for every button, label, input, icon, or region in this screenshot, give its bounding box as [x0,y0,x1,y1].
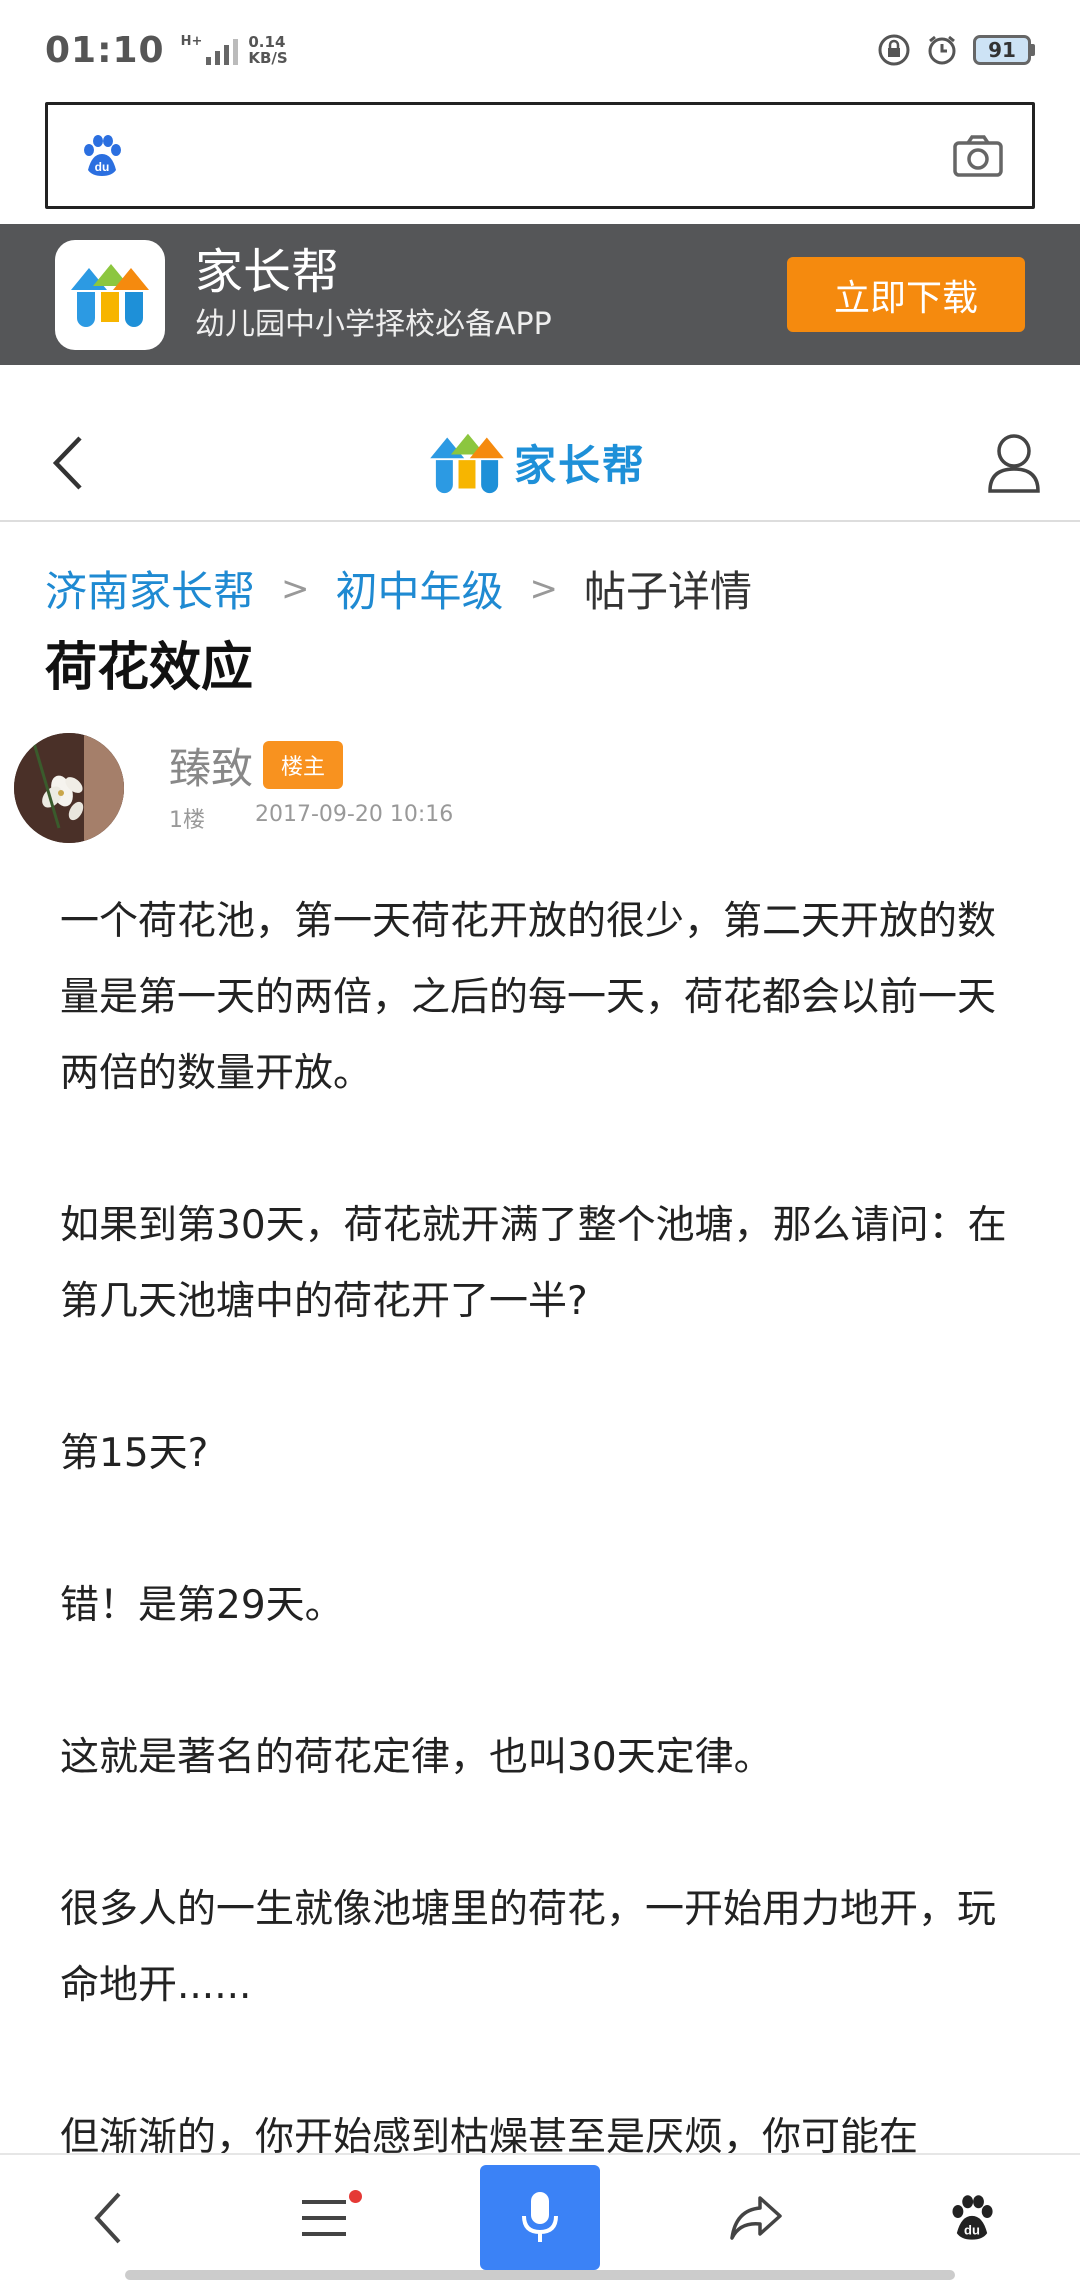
net-speed: 0.14 KB/S [248,34,287,66]
jiazhangbang-logo-icon [71,263,149,327]
breadcrumb-separator: > [281,568,310,609]
user-icon[interactable] [986,431,1042,495]
post-timestamp: 2017-09-20 10:16 [255,801,454,827]
floor-number: 1楼 [169,807,205,833]
baidu-home-button[interactable]: du [912,2168,1032,2268]
baidu-paw-icon[interactable]: du [78,132,126,180]
orchid-avatar-image [14,733,124,843]
author-info: 臻致 楼主 1楼 2017-09-20 10:16 [169,735,453,834]
search-input[interactable] [146,125,932,186]
signal-icon: H+ [181,35,239,65]
post-content: 一个荷花池，第一天荷花开放的很少，第二天开放的数量是第一天的两倍，之后的每一天，… [60,884,1020,2252]
browser-bottom-bar: du [0,2153,1080,2280]
menu-icon [302,2199,346,2236]
chevron-left-icon[interactable] [50,434,86,492]
breadcrumb: 济南家长帮 > 初中年级 > 帖子详情 [45,558,1035,619]
voice-search-button[interactable] [480,2165,600,2270]
battery-icon: 91 [973,35,1035,65]
network-type: H+ [180,34,203,49]
share-button[interactable] [696,2168,816,2268]
breadcrumb-separator: > [529,568,559,609]
post-title: 荷花效应 [45,638,254,698]
app-name: 家长帮 [195,243,340,300]
breadcrumb-link-city[interactable]: 济南家长帮 [45,558,255,619]
battery-level: 91 [973,35,1031,65]
search-box[interactable]: du [45,102,1035,209]
avatar[interactable] [14,733,124,843]
status-bar: 01:10 H+ 0.14 KB/S 91 [0,0,1080,100]
baidu-paw-icon: du [952,2194,993,2240]
post-paragraph: 如果到第30天，荷花就开满了整个池塘，那么请问：在第几天池塘中的荷花开了一半? [60,1203,1007,1324]
status-time: 01:10 [45,29,165,71]
menu-button[interactable] [264,2168,384,2268]
svg-text:du: du [964,2222,980,2237]
svg-text:du: du [95,160,110,174]
author-name[interactable]: 臻致 [169,735,253,796]
breadcrumb-link-grade[interactable]: 初中年级 [336,558,504,619]
home-indicator [125,2270,955,2280]
post-paragraph: 错！是第29天。 [60,1583,344,1628]
microphone-icon [522,2191,558,2242]
back-button[interactable] [48,2168,168,2268]
breadcrumb-current: 帖子详情 [584,567,753,616]
share-icon [730,2195,782,2240]
site-header: 家长帮 [0,365,1080,522]
post-paragraph: 第15天? [60,1431,209,1476]
post-paragraph: 一个荷花池，第一天荷花开放的很少，第二天开放的数量是第一天的两倍，之后的每一天，… [60,899,997,1096]
status-right: 91 [877,33,1035,67]
camera-icon[interactable] [952,133,1004,179]
alarm-icon [928,35,956,65]
owner-badge: 楼主 [263,741,344,789]
post-paragraph: 这就是著名的荷花定律，也叫30天定律。 [60,1735,773,1780]
download-button[interactable]: 立即下载 [787,257,1025,332]
app-text: 家长帮 幼儿园中小学择校必备APP [195,244,787,346]
chevron-left-icon [94,2192,121,2243]
post-paragraph: 很多人的一生就像池塘里的荷花，一开始用力地开，玩命地开...... [60,1887,997,2008]
site-logo[interactable]: 家长帮 [426,430,646,496]
post-author: 臻致 楼主 1楼 2017-09-20 10:16 [14,733,1064,843]
app-download-banner[interactable]: 家长帮 幼儿园中小学择校必备APP 立即下载 [0,224,1080,365]
status-left: 01:10 H+ 0.14 KB/S [45,30,288,71]
lock-rotation-icon [878,34,910,66]
notification-dot [349,2189,362,2203]
jiazhangbang-logo-icon [430,433,504,493]
logo-text: 家长帮 [513,441,646,490]
app-description: 幼儿园中小学择校必备APP [195,306,552,342]
net-speed-unit: KB/S [248,49,288,67]
app-icon[interactable] [55,239,165,350]
net-speed-value: 0.14 [248,33,286,51]
